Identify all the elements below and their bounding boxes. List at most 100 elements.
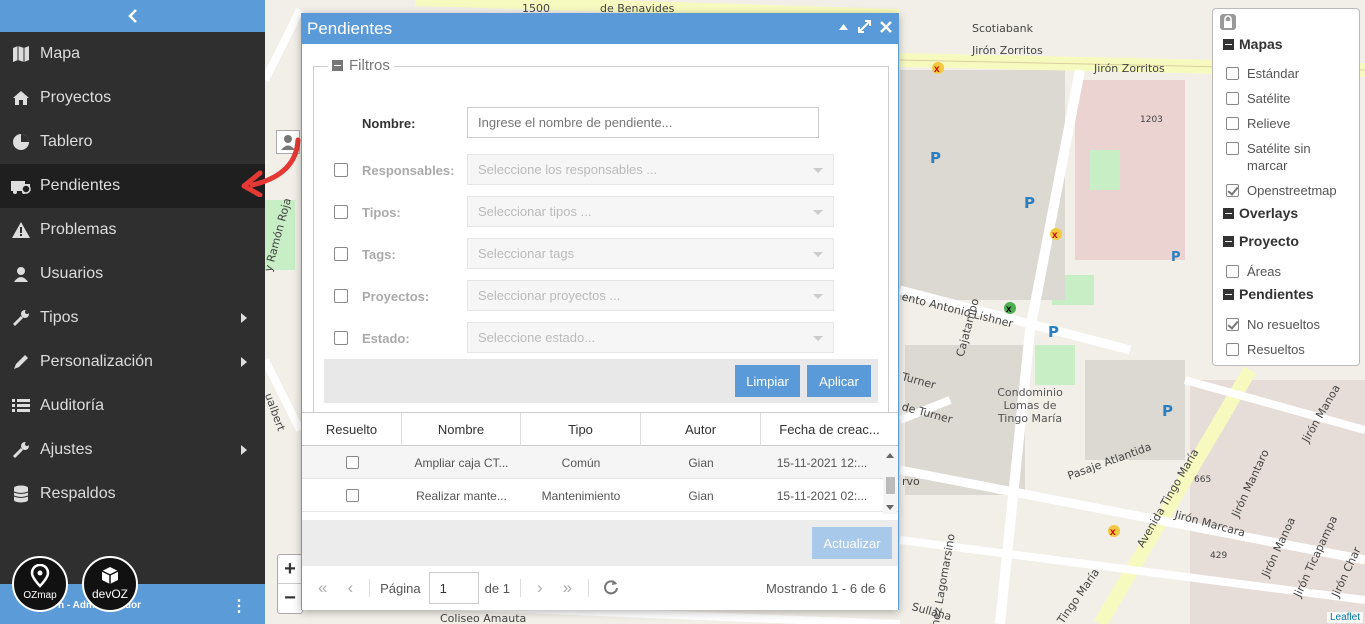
layers-section-mapas[interactable]: Mapas: [1223, 36, 1283, 52]
last-page-icon[interactable]: »: [563, 578, 572, 598]
scroll-thumb[interactable]: [886, 477, 895, 494]
pagination: « ‹ Página de 1 › » Mostrando 1 - 6 de 6: [302, 566, 898, 610]
layer-checkbox[interactable]: [1226, 67, 1239, 80]
devoz-logo-text: devOZ: [91, 587, 128, 601]
sidebar-item-tipos[interactable]: Tipos: [0, 296, 265, 340]
column-header-resuelto[interactable]: Resuelto: [302, 413, 402, 446]
sidebar-collapse-button[interactable]: [0, 0, 265, 32]
page-input[interactable]: [428, 572, 479, 604]
next-page-icon[interactable]: ›: [537, 578, 543, 598]
more-options-icon[interactable]: ⋮: [231, 596, 247, 616]
filters-legend[interactable]: Filtros: [328, 57, 394, 74]
layer-option-openstreetmap[interactable]: Openstreetmap: [1226, 182, 1337, 199]
layer-checkbox[interactable]: [1226, 117, 1239, 130]
grid-scrollbar[interactable]: [883, 447, 897, 514]
column-header-fecha[interactable]: Fecha de creac...: [761, 413, 898, 446]
layer-checkbox[interactable]: [1226, 92, 1239, 105]
resuelto-checkbox[interactable]: [345, 489, 359, 502]
layers-section-pendientes[interactable]: Pendientes: [1223, 286, 1314, 302]
tags-select[interactable]: Seleccionar tags: [467, 238, 834, 269]
layer-option-satelite[interactable]: Satélite: [1226, 90, 1290, 107]
filter-row-proyectos: Proyectos:: [334, 280, 467, 312]
pencil-icon: [10, 353, 32, 371]
map-attribution[interactable]: Leaflet: [1326, 612, 1363, 623]
sidebar-item-label: Usuarios: [40, 265, 104, 282]
filters-fieldset: Filtros Nombre: Responsables: Seleccione…: [313, 57, 889, 413]
arrow-annotation-icon: [241, 137, 301, 197]
close-window-button[interactable]: [879, 20, 892, 33]
actualizar-button[interactable]: Actualizar: [812, 527, 892, 559]
layers-section-title: Overlays: [1239, 205, 1299, 221]
layer-option-satelite-sin-marcar[interactable]: Satélite sin marcar: [1226, 140, 1336, 174]
layer-option-relieve[interactable]: Relieve: [1226, 115, 1290, 132]
ozmap-logo: OZmap: [12, 556, 68, 612]
collapse-window-button[interactable]: [837, 20, 850, 33]
layers-section-proyecto[interactable]: Proyecto: [1223, 233, 1299, 249]
proyectos-checkbox[interactable]: [334, 289, 348, 303]
sidebar-item-usuarios[interactable]: Usuarios: [0, 252, 265, 296]
minus-square-icon: [1223, 38, 1234, 50]
column-header-nombre[interactable]: Nombre: [402, 413, 521, 446]
map-label: Jirón Zorritos: [1094, 62, 1165, 75]
window-header[interactable]: Pendientes: [302, 14, 898, 44]
filters-actions: Limpiar Aplicar: [324, 359, 878, 403]
resuelto-checkbox[interactable]: [345, 456, 359, 469]
sidebar: Mapa Proyectos Tablero Pendientes Proble…: [0, 0, 265, 624]
table-row[interactable]: Realizar mante... Mantenimiento Gian 15-…: [302, 479, 898, 512]
limpiar-button[interactable]: Limpiar: [735, 365, 800, 397]
sidebar-item-auditoria[interactable]: Auditoría: [0, 384, 265, 428]
column-header-tipo[interactable]: Tipo: [521, 413, 641, 446]
maximize-window-button[interactable]: [858, 20, 871, 33]
proyectos-select[interactable]: Seleccionar proyectos ...: [467, 280, 834, 311]
sidebar-item-problemas[interactable]: Problemas: [0, 208, 265, 252]
estado-select[interactable]: Seleccione estado...: [467, 322, 834, 353]
layer-option-resueltos[interactable]: Resueltos: [1226, 341, 1305, 358]
sidebar-item-mapa[interactable]: Mapa: [0, 32, 265, 76]
responsables-select[interactable]: Seleccione los responsables ...: [467, 154, 834, 185]
layer-checkbox[interactable]: [1226, 318, 1239, 331]
first-page-icon[interactable]: «: [318, 578, 327, 598]
pie-chart-icon: [10, 133, 32, 151]
column-header-autor[interactable]: Autor: [641, 413, 761, 446]
tipos-select[interactable]: Seleccionar tipos ...: [467, 196, 834, 227]
svg-text:x: x: [1110, 527, 1116, 538]
layer-option-estandar[interactable]: Estándar: [1226, 65, 1299, 82]
zoom-out-button[interactable]: −: [278, 584, 302, 613]
sidebar-item-ajustes[interactable]: Ajustes: [0, 428, 265, 472]
layer-checkbox[interactable]: [1226, 142, 1239, 155]
layer-checkbox[interactable]: [1226, 265, 1239, 278]
scroll-up-icon[interactable]: [886, 453, 894, 458]
responsables-checkbox[interactable]: [334, 163, 348, 177]
cube-icon: [101, 567, 119, 584]
map-label: rvo: [902, 475, 920, 488]
prev-page-icon[interactable]: ‹: [347, 578, 353, 598]
table-row[interactable]: Ampliar caja CT... Común Gian 15-11-2021…: [302, 446, 898, 479]
caret-up-icon: [839, 23, 848, 30]
zoom-in-button[interactable]: +: [278, 555, 302, 584]
refresh-icon[interactable]: [603, 579, 619, 598]
list-icon: [10, 397, 32, 415]
estado-checkbox[interactable]: [334, 331, 348, 345]
sidebar-item-respaldos[interactable]: Respaldos: [0, 472, 265, 516]
sidebar-item-proyectos[interactable]: Proyectos: [0, 76, 265, 120]
tipos-checkbox[interactable]: [334, 205, 348, 219]
layers-section-overlays[interactable]: Overlays: [1223, 205, 1298, 221]
layer-option-no-resueltos[interactable]: No resueltos: [1226, 316, 1320, 333]
layer-option-areas[interactable]: Áreas: [1226, 263, 1281, 280]
wrench-icon: [10, 441, 32, 459]
pager-separator: [588, 579, 590, 597]
sidebar-item-pendientes[interactable]: Pendientes: [0, 164, 265, 208]
scroll-down-icon[interactable]: [886, 505, 894, 510]
sidebar-item-personalizacion[interactable]: Personalización: [0, 340, 265, 384]
svg-text:x: x: [1006, 304, 1012, 315]
layer-checkbox[interactable]: [1226, 184, 1239, 197]
lock-icon[interactable]: [1219, 13, 1237, 34]
tags-checkbox[interactable]: [334, 247, 348, 261]
sidebar-item-tablero[interactable]: Tablero: [0, 120, 265, 164]
svg-text:P: P: [1048, 323, 1059, 341]
window-title: Pendientes: [307, 19, 393, 38]
layer-checkbox[interactable]: [1226, 343, 1239, 356]
aplicar-button[interactable]: Aplicar: [807, 365, 871, 397]
nombre-input[interactable]: [467, 107, 819, 138]
cell-tipo: Común: [561, 455, 601, 470]
